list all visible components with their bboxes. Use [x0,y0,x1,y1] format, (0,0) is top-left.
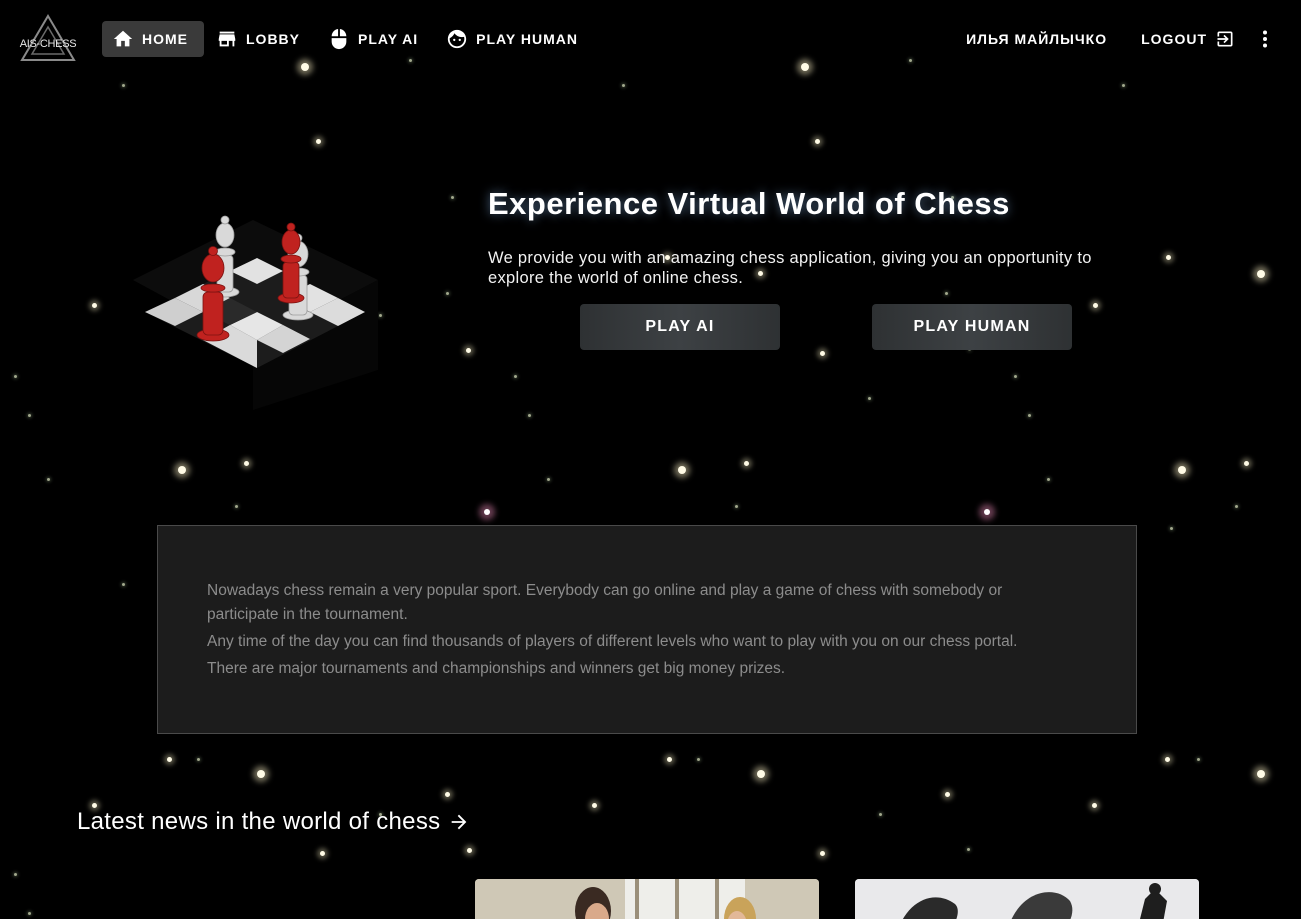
star [879,813,882,816]
mouse-icon [328,28,350,50]
star [167,757,172,762]
star [967,848,970,851]
star [757,770,765,778]
star [1244,461,1249,466]
star [445,792,450,797]
news-card-image [475,879,819,919]
star [1257,270,1265,278]
star [744,461,749,466]
star [1014,375,1017,378]
star [467,848,472,853]
nav-play-human-button[interactable]: PLAY HUMAN [436,21,594,57]
more-vertical-icon[interactable] [1253,21,1277,57]
info-paragraph: Any time of the day you can find thousan… [207,633,1018,650]
star [379,314,382,317]
star [178,466,186,474]
nav-home-button[interactable]: HOME [102,21,204,57]
star [1047,478,1050,481]
info-paragraph: Nowadays chess remain a very popular spo… [207,582,1003,623]
star [1093,303,1098,308]
star [1178,466,1186,474]
star [235,505,238,508]
logout-label: LOGOUT [1141,31,1207,47]
arrow-right-icon [448,811,470,833]
logout-icon [1215,28,1235,50]
star [697,758,700,761]
hero-subtitle: We provide you with an amazing chess app… [488,249,1092,287]
star [1166,255,1171,260]
star-field [0,0,1301,919]
top-navbar: AIS-CHESS HOME LOBBY PLAY AI PLAY HUMAN … [0,0,1301,78]
star [667,757,672,762]
star [28,912,31,915]
user-name-label: ИЛЬЯ МАЙЛЫЧКО [966,31,1108,47]
nav-home-label: HOME [142,31,188,47]
star [547,478,550,481]
star [122,84,125,87]
app-logo[interactable]: AIS-CHESS [17,13,79,63]
star [815,139,820,144]
star [14,873,17,876]
star [735,505,738,508]
star [197,758,200,761]
star [1165,757,1170,762]
hero-play-human-button[interactable]: PLAY HUMAN [872,304,1072,350]
news-heading-link[interactable]: Latest news in the world of chess [77,808,470,836]
star [244,461,249,466]
chess-board-illustration [133,200,378,410]
nav-user: ИЛЬЯ МАЙЛЫЧКО LOGOUT [950,21,1277,57]
star [446,292,449,295]
star [622,84,625,87]
news-card-image [855,879,1199,919]
star [820,851,825,856]
star [984,509,990,515]
star [1197,758,1200,761]
star [528,414,531,417]
nav-main: HOME LOBBY PLAY AI PLAY HUMAN [102,21,596,57]
star [868,397,871,400]
logo-text: AIS-CHESS [20,38,77,50]
star [47,478,50,481]
star [316,139,321,144]
star [678,466,686,474]
home-icon [112,28,134,50]
star [1028,414,1031,417]
star [514,375,517,378]
store-icon [216,28,238,50]
face-icon [446,28,468,50]
nav-play-human-label: PLAY HUMAN [476,31,578,47]
logo-mark: AIS-CHESS [20,14,77,61]
hero-title: Experience Virtual World of Chess [488,186,1010,221]
star [320,851,325,856]
nav-play-ai-label: PLAY AI [358,31,419,47]
star [484,509,490,515]
star [257,770,265,778]
star [945,792,950,797]
star [1170,527,1173,530]
star [1122,84,1125,87]
star [945,292,948,295]
star [1257,770,1265,778]
info-paragraph: There are major tournaments and champion… [207,660,786,677]
star [466,348,471,353]
user-profile-button[interactable]: ИЛЬЯ МАЙЛЫЧКО [950,21,1123,57]
news-card[interactable] [855,879,1199,919]
star [1235,505,1238,508]
info-card: Nowadays chess remain a very popular spo… [157,525,1137,734]
star [451,196,454,199]
nav-lobby-button[interactable]: LOBBY [206,21,316,57]
news-heading: Latest news in the world of chess [77,808,441,835]
star [122,583,125,586]
star [28,414,31,417]
star [92,303,97,308]
nav-lobby-label: LOBBY [246,31,300,47]
news-card[interactable] [475,879,819,919]
logout-button[interactable]: LOGOUT [1125,21,1251,57]
star [14,375,17,378]
star [592,803,597,808]
nav-play-ai-button[interactable]: PLAY AI [318,21,434,57]
star [820,351,825,356]
star [1092,803,1097,808]
hero-play-ai-button[interactable]: PLAY AI [580,304,780,350]
